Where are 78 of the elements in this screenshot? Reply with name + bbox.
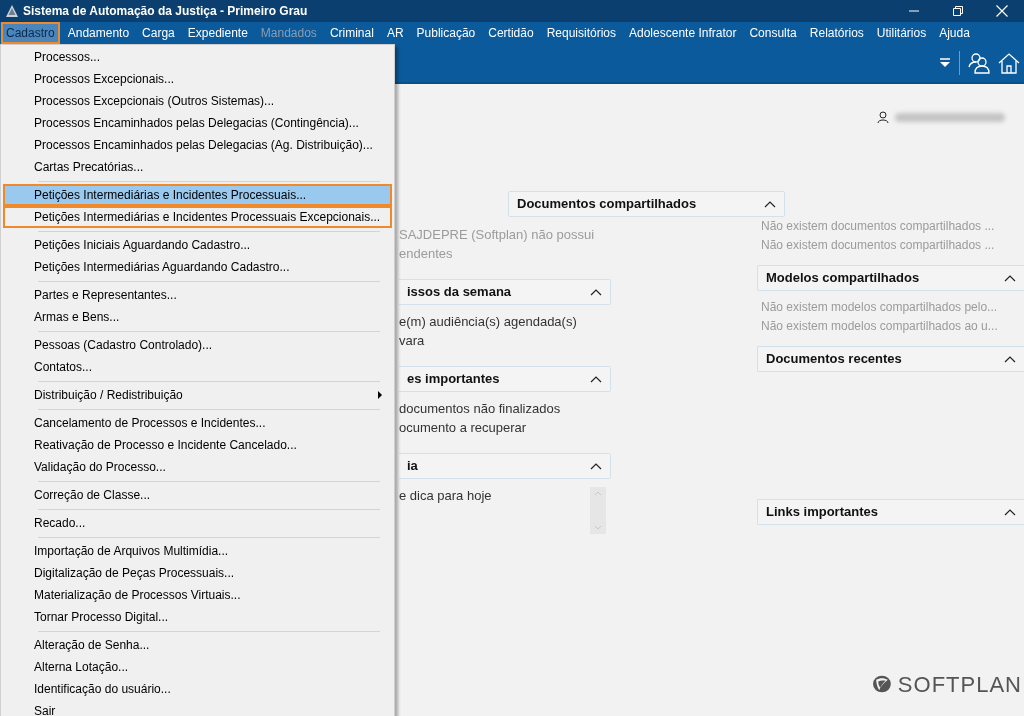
menu-item[interactable]: Reativação de Processo e Incidente Cancelado... xyxy=(3,434,392,456)
menu-item[interactable]: Processos Encaminhados pelas Delegacias (Ag. Distribuição)... xyxy=(3,134,392,156)
chevron-up-icon[interactable] xyxy=(590,375,602,383)
close-icon xyxy=(996,5,1008,17)
menu-item[interactable]: Importação de Arquivos Multimídia... xyxy=(3,540,392,562)
minimize-icon xyxy=(909,10,919,12)
chevron-up-icon[interactable] xyxy=(590,462,602,470)
menu-item[interactable]: Partes e Representantes... xyxy=(3,284,392,306)
menu-item[interactable]: Recado... xyxy=(3,512,392,534)
menu-item[interactable]: Petições Intermediárias Aguardando Cadastro... xyxy=(3,256,392,278)
menu-item[interactable]: Distribuição / Redistribuição xyxy=(3,384,392,406)
menu-item[interactable]: Processos Encaminhados pelas Delegacias (Contingência)... xyxy=(3,112,392,134)
menu-item[interactable]: Alteração de Senha... xyxy=(3,634,392,656)
user-icon xyxy=(877,111,889,123)
section-header[interactable]: ia xyxy=(399,453,611,479)
menu-item[interactable]: Processos Excepcionais (Outros Sistemas)... xyxy=(3,90,392,112)
section-header[interactable]: Documentos recentes xyxy=(757,346,1024,372)
menu-item[interactable]: Cancelamento de Processos e Incidentes... xyxy=(3,412,392,434)
logo-text: SOFTPLAN xyxy=(897,670,1022,699)
info-text: endentes xyxy=(399,245,453,263)
menu-item[interactable]: Sair xyxy=(3,700,392,716)
menu-item[interactable]: Processos Excepcionais... xyxy=(3,68,392,90)
info-text: Não existem modelos compartilhados pelo... xyxy=(761,299,998,316)
menu-item[interactable]: Pessoas (Cadastro Controlado)... xyxy=(3,334,392,356)
chevron-up-icon[interactable] xyxy=(1004,508,1016,516)
chevron-up-icon[interactable] xyxy=(590,288,602,296)
info-text: e dica para hoje xyxy=(399,487,492,505)
menu-bar-item[interactable]: Relatórios xyxy=(804,22,869,44)
menu-item[interactable]: Petições Iniciais Aguardando Cadastro... xyxy=(3,234,392,256)
menu-item[interactable]: Petições Intermediárias e Incidentes Processuais... xyxy=(3,184,392,206)
menu-bar-item[interactable]: Certidão xyxy=(483,22,539,44)
menu-bar-item[interactable]: Cadastro xyxy=(1,22,60,44)
menu-item[interactable]: Processos... xyxy=(3,46,392,68)
menu-item[interactable]: Digitalização de Peças Processuais... xyxy=(3,562,392,584)
submenu-arrow-icon xyxy=(378,391,382,399)
menu-item[interactable]: Validação do Processo... xyxy=(3,456,392,478)
section-header[interactable]: Modelos compartilhados xyxy=(757,265,1024,291)
menu-bar-item[interactable]: Adolescente Infrator xyxy=(624,22,742,44)
info-text: SAJDEPRE (Softplan) não possui xyxy=(399,226,595,244)
menu-item[interactable]: Correção de Classe... xyxy=(3,484,392,506)
menu-bar-item[interactable]: Publicação xyxy=(411,22,481,44)
chevron-up-icon[interactable] xyxy=(1004,274,1016,282)
menu-bar-item[interactable]: Utilitários xyxy=(871,22,932,44)
menu-bar-item[interactable]: Andamento xyxy=(62,22,135,44)
menu-item[interactable]: Cartas Precatórias... xyxy=(3,156,392,178)
section-header[interactable]: Documentos compartilhados xyxy=(508,191,785,217)
section-header[interactable]: es importantes xyxy=(399,366,611,392)
info-text: Não existem documentos compartilhados ... xyxy=(761,237,995,254)
menu-bar-item[interactable]: Consulta xyxy=(744,22,802,44)
menu-bar-item[interactable]: Requisitórios xyxy=(541,22,621,44)
info-text: vara xyxy=(399,332,425,350)
menu-bar-item[interactable]: Expediente xyxy=(182,22,253,44)
chevron-up-icon[interactable] xyxy=(1004,355,1016,363)
menu-bar-item[interactable]: AR xyxy=(381,22,409,44)
chevron-up-icon[interactable] xyxy=(764,200,776,208)
info-text: documentos não finalizados xyxy=(399,400,561,418)
info-text: Não existem documentos compartilhados ... xyxy=(761,218,995,235)
menu-item[interactable]: Petições Intermediárias e Incidentes Processuais Excepcionais... xyxy=(3,206,392,228)
menu-item[interactable]: Armas e Bens... xyxy=(3,306,392,328)
section-header[interactable]: Links importantes xyxy=(757,499,1024,525)
info-text: ocumento a recuperar xyxy=(399,419,527,437)
home-icon[interactable] xyxy=(998,52,1020,74)
menu-item[interactable]: Tornar Processo Digital... xyxy=(3,606,392,628)
restore-icon xyxy=(953,6,963,16)
section-header[interactable]: issos da semana xyxy=(399,279,611,305)
dropdown-icon[interactable] xyxy=(939,58,951,68)
menu-item[interactable]: Identificação do usuário... xyxy=(3,678,392,700)
menu-bar-item[interactable]: Criminal xyxy=(324,22,379,44)
info-text: Não existem modelos compartilhados ao u... xyxy=(761,318,998,335)
menu-item[interactable]: Alterna Lotação... xyxy=(3,656,392,678)
window-title: Sistema de Automação da Justiça - Primeiro Grau xyxy=(23,3,308,20)
menu-bar-item[interactable]: Carga xyxy=(137,22,180,44)
info-text: e(m) audiência(s) agendada(s) xyxy=(399,313,577,331)
users-icon[interactable] xyxy=(968,52,990,74)
app-logo-icon xyxy=(5,4,19,18)
menu-bar-item[interactable]: Ajuda xyxy=(934,22,975,44)
menu-item[interactable]: Materialização de Processos Virtuais... xyxy=(3,584,392,606)
menu-item[interactable]: Contatos... xyxy=(3,356,392,378)
